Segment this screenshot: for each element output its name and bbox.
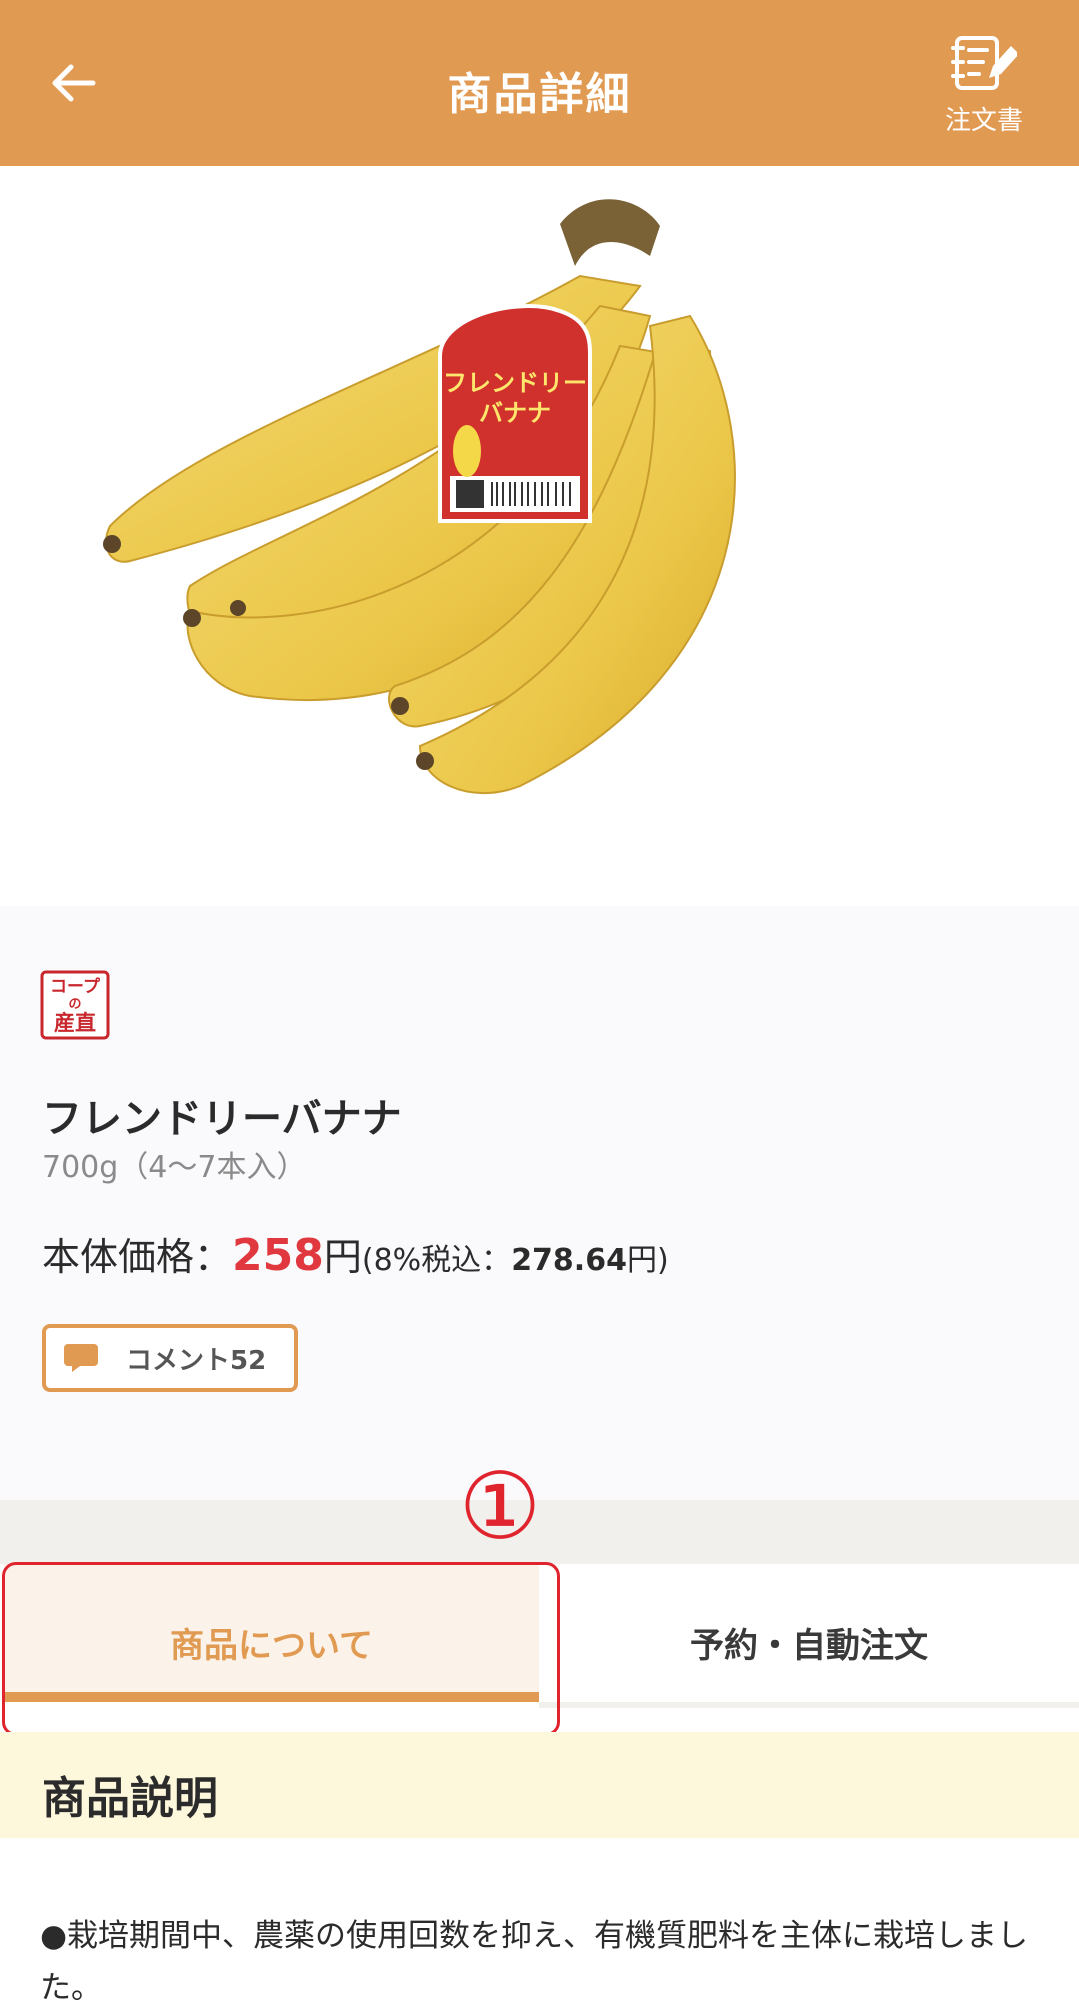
order-form-label: 注文書 [944, 106, 1023, 136]
product-description: ●栽培期間中、農薬の使用回数を抑え、有機質肥料を主体に栽培しました。 [40, 1918, 1029, 2006]
product-label: フレンドリー バナナ [438, 304, 592, 523]
annotation-marker: ① [458, 1453, 542, 1560]
section-header: 商品説明 [0, 1732, 1079, 1838]
product-size: 700g（4〜7本入） [42, 1150, 307, 1185]
price-value: 258 [232, 1230, 324, 1281]
product-name: フレンドリーバナナ [42, 1096, 402, 1142]
comment-button[interactable]: コメント52 [42, 1324, 298, 1392]
product-info: コープ の 産直 フレンドリーバナナ 700g（4〜7本入） 本体価格：258円… [0, 906, 1079, 1500]
tab-divider [539, 1702, 1079, 1708]
svg-text:フレンドリー: フレンドリー [443, 369, 587, 397]
order-form-button[interactable]: 注文書 [919, 34, 1049, 144]
speech-bubble-icon [64, 1344, 98, 1372]
svg-text:バナナ: バナナ [479, 399, 551, 427]
svg-text:の: の [68, 997, 81, 1012]
comment-button-label: コメント52 [126, 1345, 267, 1376]
tab-reservation-label: 予約・自動注文 [690, 1626, 928, 1666]
tab-reservation[interactable]: 予約・自動注文 [539, 1564, 1079, 1702]
app-header: 商品詳細 注文書 [0, 0, 1079, 166]
page-title: 商品詳細 [447, 69, 632, 120]
product-image[interactable]: フレンドリー バナナ [0, 166, 1079, 906]
tax-suffix: 円) [626, 1243, 669, 1278]
price-line: 本体価格：258円(8%税込：278.64円) [42, 1226, 669, 1281]
tax-price: 278.64 [511, 1243, 627, 1278]
price-unit: 円 [323, 1235, 362, 1279]
order-form-icon [951, 36, 1019, 90]
banana-image: フレンドリー バナナ [103, 199, 736, 795]
annotation-highlight-box [2, 1562, 560, 1736]
tax-prefix: (8%税込： [361, 1243, 512, 1278]
coop-sanchoku-badge: コープ の 産直 [40, 970, 110, 1040]
section-title: 商品説明 [42, 1773, 218, 1824]
svg-text:産直: 産直 [54, 1011, 96, 1035]
price-prefix: 本体価格： [42, 1235, 233, 1279]
svg-text:コープ: コープ [50, 976, 101, 997]
